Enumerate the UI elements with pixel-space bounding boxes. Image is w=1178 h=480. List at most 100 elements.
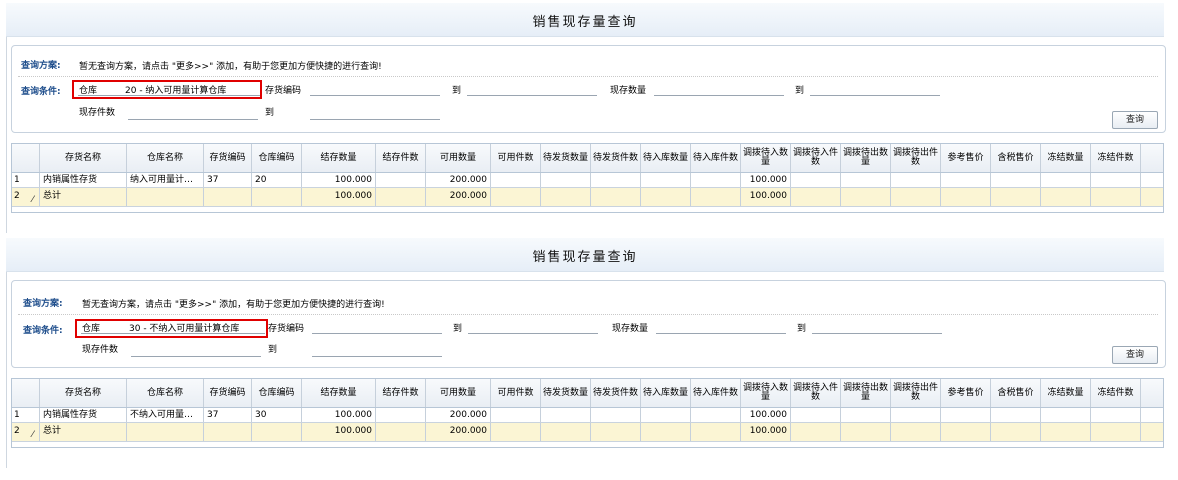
cell-avail-qty[interactable]: 200.000: [426, 173, 491, 187]
column-header[interactable]: 含税售价: [991, 144, 1041, 172]
cell-empty[interactable]: [791, 173, 841, 187]
stock-qty-from-input[interactable]: [654, 95, 784, 96]
stock-pieces-from-input[interactable]: [128, 119, 258, 120]
cell-empty[interactable]: [591, 408, 641, 422]
cell-empty[interactable]: [891, 173, 941, 187]
cell-empty[interactable]: [491, 173, 541, 187]
item-code-to-input[interactable]: [468, 333, 598, 334]
cell-item-name[interactable]: 内销属性存货: [40, 408, 127, 422]
column-header[interactable]: 仓库编码: [252, 379, 302, 407]
stock-qty-to-input[interactable]: [812, 333, 942, 334]
row-number-header[interactable]: [12, 144, 40, 172]
column-header[interactable]: 冻结件数: [1091, 379, 1141, 407]
column-header[interactable]: 冻结数量: [1041, 144, 1091, 172]
column-header[interactable]: 调拨待出件数: [891, 144, 941, 172]
column-header[interactable]: 调拨待入件数: [791, 144, 841, 172]
cell-item-name[interactable]: 内销属性存货: [40, 173, 127, 187]
cell-transfer-in-qty[interactable]: 100.000: [741, 408, 791, 422]
cell-empty[interactable]: [641, 408, 691, 422]
item-code-to-input[interactable]: [467, 95, 597, 96]
cell-empty[interactable]: [376, 173, 426, 187]
cell-empty[interactable]: [541, 408, 591, 422]
cell-empty[interactable]: [1041, 173, 1091, 187]
column-header[interactable]: 仓库编码: [252, 144, 302, 172]
stock-pieces-from-input[interactable]: [131, 356, 261, 357]
cell-empty[interactable]: [641, 173, 691, 187]
cell-empty[interactable]: [941, 173, 991, 187]
column-header[interactable]: 结存数量: [302, 144, 376, 172]
column-header[interactable]: 结存数量: [302, 379, 376, 407]
row-number-header[interactable]: [12, 379, 40, 407]
total-row[interactable]: 2 ⁄ 总计 100.000 200.000 100.000: [12, 188, 1163, 207]
cell-empty[interactable]: [841, 408, 891, 422]
cell-empty[interactable]: [791, 408, 841, 422]
column-header[interactable]: 可用数量: [426, 379, 491, 407]
column-header[interactable]: 存货名称: [40, 144, 127, 172]
column-header[interactable]: 可用数量: [426, 144, 491, 172]
cell-empty[interactable]: [1091, 173, 1141, 187]
cell-empty[interactable]: [541, 173, 591, 187]
cell-empty[interactable]: [941, 408, 991, 422]
cell-empty[interactable]: [991, 173, 1041, 187]
table-row[interactable]: 1 内销属性存货 纳入可用量计… 37 20 100.000 200.000 1…: [12, 173, 1163, 188]
cell-avail-qty[interactable]: 200.000: [426, 408, 491, 422]
column-header[interactable]: 仓库名称: [127, 379, 204, 407]
column-header[interactable]: 待入库数量: [641, 379, 691, 407]
scheme-hint[interactable]: 暂无查询方案，请点击 "更多>>" 添加，有助于您更加方便快捷的进行查询!: [79, 59, 382, 72]
cell-stock-qty[interactable]: 100.000: [302, 173, 376, 187]
column-header[interactable]: 存货编码: [204, 379, 252, 407]
column-header[interactable]: 冻结数量: [1041, 379, 1091, 407]
item-code-from-input[interactable]: [312, 333, 442, 334]
column-header[interactable]: 待发货件数: [591, 144, 641, 172]
cell-empty[interactable]: [691, 173, 741, 187]
stock-qty-to-input[interactable]: [810, 95, 940, 96]
column-header[interactable]: 待发货数量: [541, 144, 591, 172]
cell-item-code[interactable]: 37: [204, 173, 252, 187]
column-header[interactable]: 含税售价: [991, 379, 1041, 407]
stock-pieces-to-input[interactable]: [312, 356, 442, 357]
cell-warehouse-code[interactable]: 20: [252, 173, 302, 187]
column-header[interactable]: 待入库件数: [691, 379, 741, 407]
cell-empty[interactable]: [591, 173, 641, 187]
column-header[interactable]: 可用件数: [491, 144, 541, 172]
cell-empty[interactable]: [841, 173, 891, 187]
scheme-hint[interactable]: 暂无查询方案，请点击 "更多>>" 添加，有助于您更加方便快捷的进行查询!: [82, 297, 385, 310]
cell-empty[interactable]: [891, 408, 941, 422]
stock-qty-from-input[interactable]: [656, 333, 786, 334]
column-header[interactable]: 调拨待出数量: [841, 144, 891, 172]
column-header[interactable]: 待发货件数: [591, 379, 641, 407]
cell-empty[interactable]: [1091, 408, 1141, 422]
cell-empty[interactable]: [376, 408, 426, 422]
column-header[interactable]: 可用件数: [491, 379, 541, 407]
cell-warehouse-name[interactable]: 不纳入可用量…: [127, 408, 204, 422]
column-header[interactable]: 待入库件数: [691, 144, 741, 172]
cell-empty[interactable]: [691, 408, 741, 422]
query-button[interactable]: 查询: [1112, 111, 1158, 129]
table-row[interactable]: 1 内销属性存货 不纳入可用量… 37 30 100.000 200.000 1…: [12, 408, 1163, 423]
column-header[interactable]: 调拨待出数量: [841, 379, 891, 407]
column-header[interactable]: 存货名称: [40, 379, 127, 407]
column-header[interactable]: 结存件数: [376, 379, 426, 407]
cell-transfer-in-qty[interactable]: 100.000: [741, 173, 791, 187]
column-header[interactable]: 待发货数量: [541, 379, 591, 407]
item-code-from-input[interactable]: [310, 95, 440, 96]
column-header[interactable]: 仓库名称: [127, 144, 204, 172]
column-header[interactable]: 结存件数: [376, 144, 426, 172]
column-header[interactable]: 调拨待入数量: [741, 379, 791, 407]
column-header[interactable]: 调拨待出件数: [891, 379, 941, 407]
column-header[interactable]: 调拨待入件数: [791, 379, 841, 407]
cell-empty[interactable]: [491, 408, 541, 422]
cell-empty[interactable]: [991, 408, 1041, 422]
column-header[interactable]: 冻结件数: [1091, 144, 1141, 172]
query-button[interactable]: 查询: [1112, 346, 1158, 364]
column-header[interactable]: 参考售价: [941, 144, 991, 172]
column-header[interactable]: 存货编码: [204, 144, 252, 172]
cell-warehouse-code[interactable]: 30: [252, 408, 302, 422]
cell-warehouse-name[interactable]: 纳入可用量计…: [127, 173, 204, 187]
total-row[interactable]: 2 ⁄ 总计 100.000 200.000 100.000: [12, 423, 1163, 442]
column-header[interactable]: 调拨待入数量: [741, 144, 791, 172]
stock-pieces-to-input[interactable]: [310, 119, 440, 120]
cell-empty[interactable]: [1041, 408, 1091, 422]
cell-item-code[interactable]: 37: [204, 408, 252, 422]
cell-stock-qty[interactable]: 100.000: [302, 408, 376, 422]
